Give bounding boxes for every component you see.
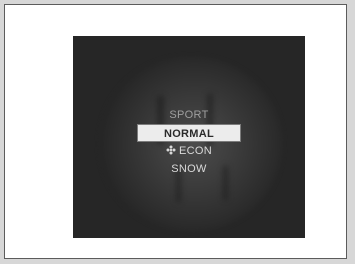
menu-item-snow[interactable]: SNOW bbox=[73, 160, 305, 178]
display-screen: SPORT NORMAL ECON SNOW bbox=[73, 36, 305, 238]
menu-item-label: SNOW bbox=[171, 163, 207, 175]
menu-item-normal[interactable]: NORMAL bbox=[137, 124, 241, 142]
menu-item-label: NORMAL bbox=[163, 128, 215, 140]
menu-item-sport[interactable]: SPORT bbox=[73, 106, 305, 124]
figure-frame: SPORT NORMAL ECON SNOW bbox=[4, 4, 347, 259]
menu-item-label: ECON bbox=[179, 145, 212, 157]
menu-item-label: SPORT bbox=[169, 109, 209, 121]
econ-leaf-icon bbox=[166, 145, 176, 155]
menu-item-econ[interactable]: ECON bbox=[73, 142, 305, 160]
drive-mode-menu: SPORT NORMAL ECON SNOW bbox=[73, 106, 305, 178]
